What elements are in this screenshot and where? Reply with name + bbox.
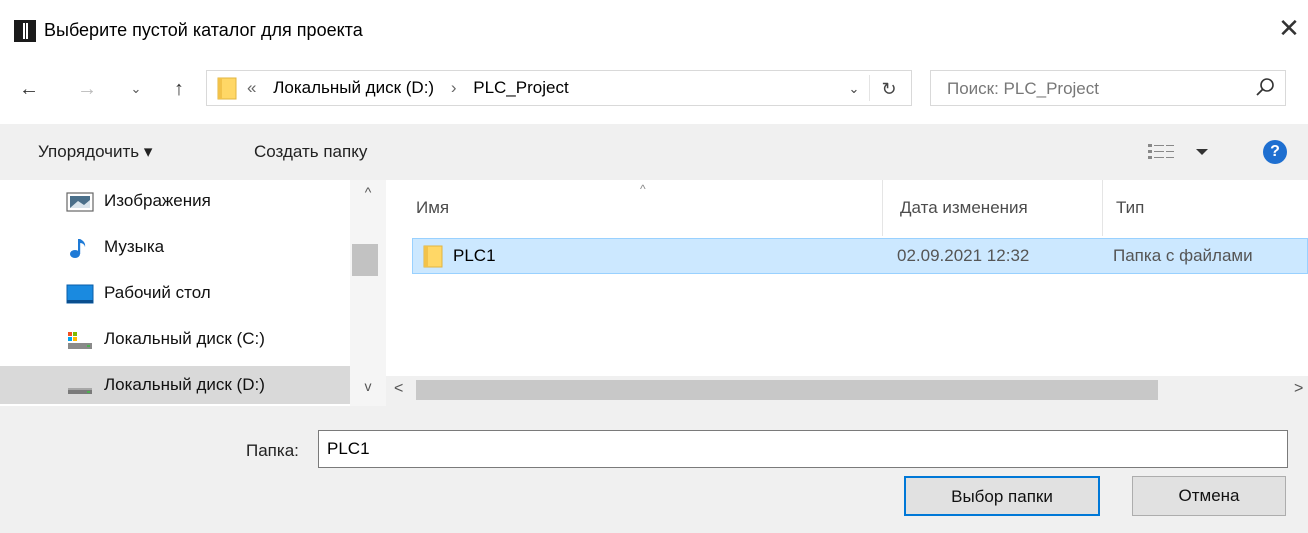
breadcrumb-item-drive-d[interactable]: Локальный диск (D:)	[273, 78, 434, 97]
column-header-date-modified[interactable]: Дата изменения	[900, 180, 1028, 236]
sidebar-item-label: Изображения	[104, 191, 211, 210]
address-dropdown-icon[interactable]: ⌄	[843, 77, 865, 101]
window-title: Выберите пустой каталог для проекта	[44, 20, 363, 40]
sidebar-item-pictures[interactable]: Изображения	[0, 182, 350, 220]
horizontal-scrollbar[interactable]: < >	[386, 376, 1308, 406]
system-drive-icon	[68, 332, 92, 349]
scroll-down-icon[interactable]: v	[350, 378, 386, 394]
scroll-thumb[interactable]	[352, 244, 378, 276]
column-header-type[interactable]: Тип	[1116, 180, 1144, 236]
sidebar-item-label: Локальный диск (D:)	[104, 375, 265, 394]
app-icon	[14, 20, 36, 42]
cancel-button[interactable]: Отмена	[1132, 476, 1286, 516]
desktop-icon	[66, 284, 94, 304]
file-date-modified: 02.09.2021 12:32	[897, 246, 1030, 265]
back-button[interactable]: ←	[14, 72, 44, 106]
scroll-left-icon[interactable]: <	[394, 380, 403, 398]
folder-icon	[217, 77, 237, 100]
breadcrumb-separator-icon[interactable]: ›	[451, 78, 457, 97]
sidebar-item-drive-c[interactable]: Локальный диск (C:)	[0, 320, 350, 358]
up-button[interactable]: ↑	[164, 72, 194, 106]
dialog-footer: Папка: Выбор папки Отмена	[0, 406, 1308, 533]
breadcrumb: « Локальный диск (D:) › PLC_Project	[247, 76, 581, 100]
column-header-name[interactable]: Имя	[416, 180, 449, 236]
help-icon[interactable]: ?	[1263, 140, 1287, 164]
navigation-scrollbar[interactable]: ^ v	[350, 180, 386, 406]
title-bar: Выберите пустой каталог для проекта ✕	[0, 0, 1308, 62]
refresh-icon[interactable]: ↻	[877, 77, 901, 101]
pictures-icon	[66, 192, 94, 212]
search-icon[interactable]	[1253, 76, 1277, 100]
close-icon[interactable]: ✕	[1276, 14, 1302, 42]
folder-name-input[interactable]	[318, 430, 1288, 468]
sidebar-item-drive-d[interactable]: Локальный диск (D:)	[0, 366, 350, 404]
file-list: ^ Имя Дата изменения Тип PLC1 02.09.2021…	[386, 180, 1308, 406]
scroll-right-icon[interactable]: >	[1294, 380, 1303, 398]
file-type: Папка с файлами	[1113, 246, 1253, 265]
scroll-thumb[interactable]	[416, 380, 1158, 400]
search-input[interactable]	[931, 71, 1249, 107]
sidebar-item-label: Музыка	[104, 237, 165, 256]
music-icon	[70, 239, 86, 258]
column-divider[interactable]	[882, 180, 883, 236]
sidebar-item-label: Локальный диск (C:)	[104, 329, 265, 348]
command-bar: Упорядочить ▾ Создать папку ?	[0, 124, 1308, 180]
table-row[interactable]: PLC1 02.09.2021 12:32 Папка с файлами	[412, 238, 1308, 274]
file-name: PLC1	[453, 246, 496, 265]
folder-icon	[423, 245, 443, 268]
sidebar-item-label: Рабочий стол	[104, 283, 211, 302]
select-folder-button[interactable]: Выбор папки	[904, 476, 1100, 516]
organize-button[interactable]: Упорядочить ▾	[38, 141, 152, 163]
view-options-icon[interactable]	[1146, 140, 1216, 164]
navigation-pane: Изображения Музыка Рабочий стол Локальны…	[0, 180, 386, 406]
address-bar[interactable]: « Локальный диск (D:) › PLC_Project ⌄ ↻	[206, 70, 912, 106]
folder-field-label: Папка:	[246, 441, 299, 460]
forward-button[interactable]: →	[72, 72, 102, 106]
sort-ascending-icon: ^	[640, 182, 646, 196]
scroll-up-icon[interactable]: ^	[350, 184, 386, 200]
sidebar-item-music[interactable]: Музыка	[0, 228, 350, 266]
address-divider	[869, 75, 870, 101]
new-folder-button[interactable]: Создать папку	[254, 141, 367, 163]
column-divider[interactable]	[1102, 180, 1103, 236]
recent-locations-chevron-icon[interactable]: ⌄	[126, 72, 146, 106]
sidebar-item-desktop[interactable]: Рабочий стол	[0, 274, 350, 312]
search-box[interactable]	[930, 70, 1286, 107]
breadcrumb-item-plc-project[interactable]: PLC_Project	[473, 78, 568, 97]
breadcrumb-overflow[interactable]: «	[247, 78, 256, 97]
drive-icon	[68, 388, 92, 394]
